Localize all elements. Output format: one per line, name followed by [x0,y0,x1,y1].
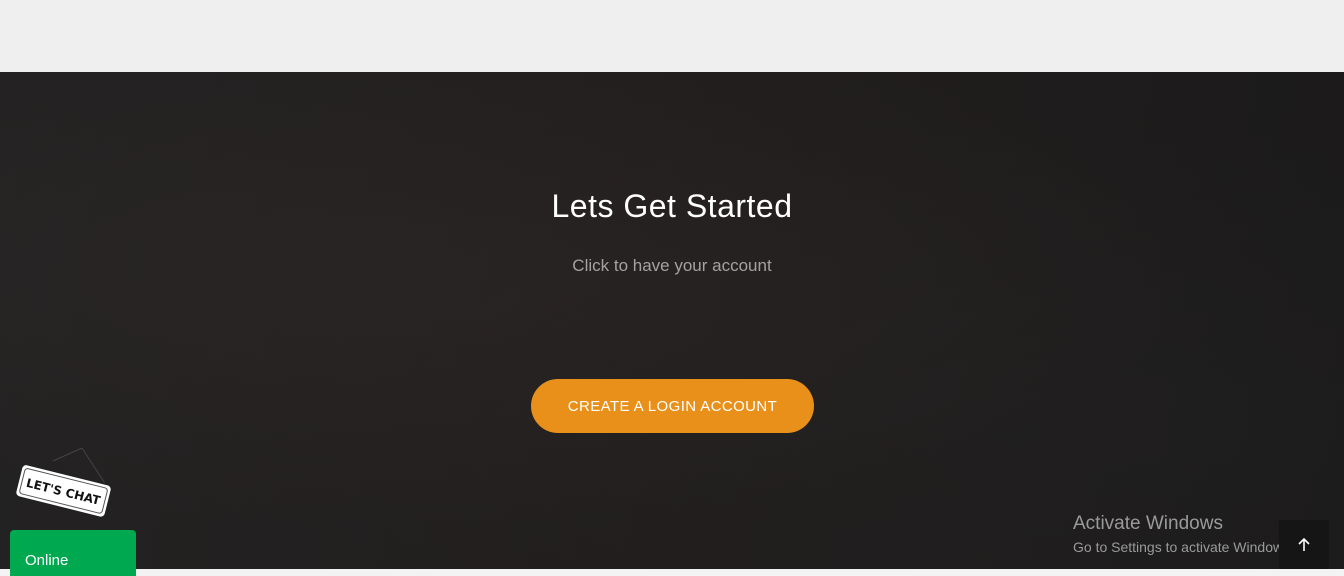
activate-windows-watermark: Activate Windows Go to Settings to activ… [1073,513,1294,555]
activate-windows-subtitle: Go to Settings to activate Windows. [1073,539,1294,555]
online-chat-tab[interactable]: Online [10,530,136,576]
hero-title: Lets Get Started [551,188,793,224]
hero-section: Lets Get Started Click to have your acco… [0,72,1344,569]
activate-windows-title: Activate Windows [1073,513,1223,534]
lets-chat-sign-icon: LET'S CHAT [14,447,113,519]
online-status-label: Online [25,552,69,569]
lets-chat-badge[interactable]: LET'S CHAT [12,446,116,524]
hero-subtitle: Click to have your account [572,256,772,275]
top-strip [0,0,1344,72]
scroll-to-top-button[interactable] [1279,520,1329,569]
create-login-account-button[interactable]: CREATE A LOGIN ACCOUNT [531,379,814,433]
arrow-up-icon [1298,537,1310,551]
bottom-strip [0,569,1344,576]
